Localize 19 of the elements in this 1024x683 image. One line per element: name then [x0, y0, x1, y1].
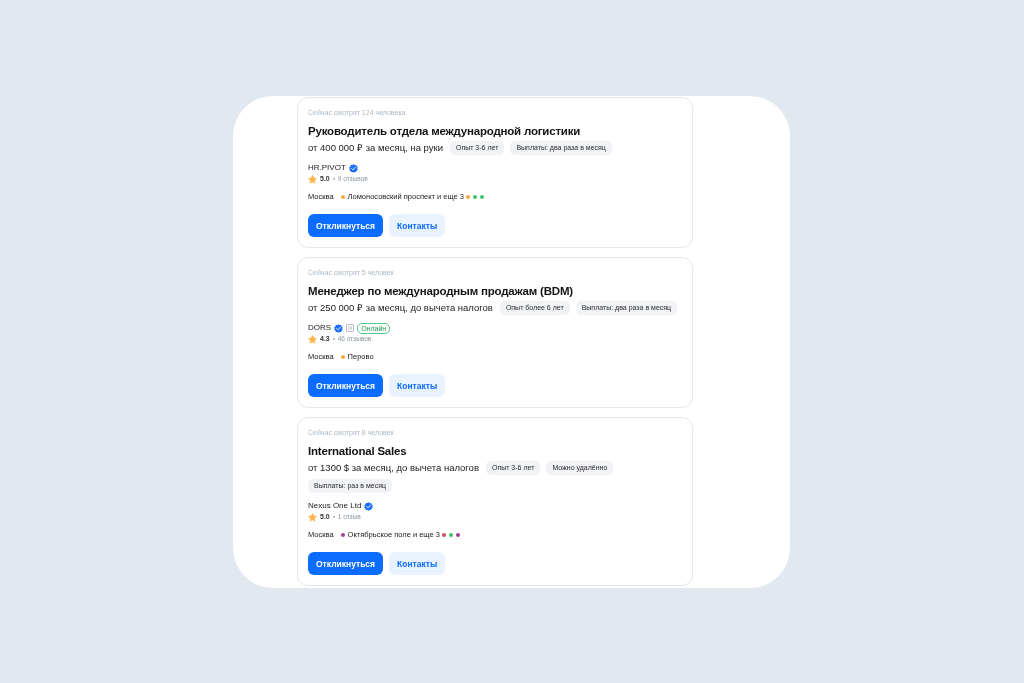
- respond-button[interactable]: Откликнуться: [308, 214, 384, 237]
- vacancy-title[interactable]: Руководитель отдела международной логистики: [308, 123, 682, 139]
- contacts-button[interactable]: Контакты: [389, 374, 446, 397]
- salary-text: от 1300 $ за месяц, до вычета налогов: [308, 461, 479, 475]
- contacts-button[interactable]: Контакты: [389, 552, 446, 575]
- company-name[interactable]: DORS: [308, 323, 332, 333]
- company-name[interactable]: HR.PIVOT: [308, 163, 346, 173]
- salary-text: от 400 000 ₽ за месяц, на руки: [308, 141, 443, 155]
- respond-button[interactable]: Откликнуться: [308, 552, 384, 575]
- contacts-button[interactable]: Контакты: [389, 214, 446, 237]
- star-icon: [308, 334, 317, 344]
- square-icon: [346, 324, 355, 332]
- salary-text: от 250 000 ₽ за месяц, до вычета налогов: [308, 301, 493, 315]
- vacancy-title[interactable]: International Sales: [308, 443, 682, 459]
- star-icon: [308, 174, 317, 184]
- vacancy-title[interactable]: Менеджер по международным продажам (BDM): [308, 283, 682, 299]
- star-icon: [308, 512, 317, 522]
- company-name[interactable]: Nexus One Ltd: [308, 501, 362, 511]
- respond-button[interactable]: Откликнуться: [308, 374, 384, 397]
